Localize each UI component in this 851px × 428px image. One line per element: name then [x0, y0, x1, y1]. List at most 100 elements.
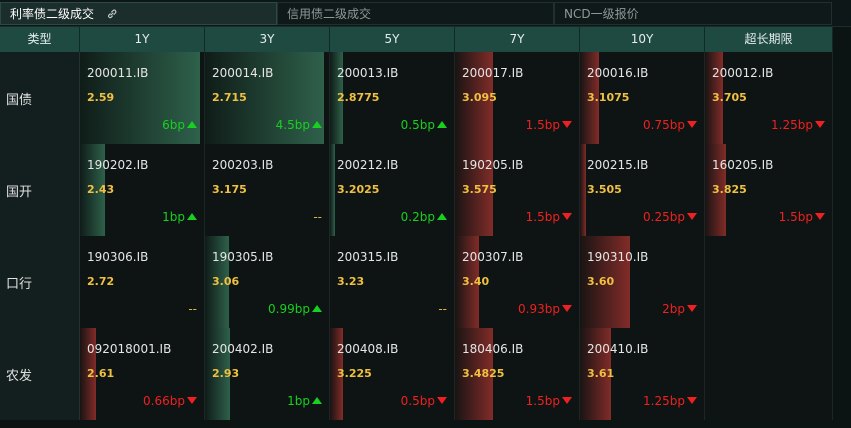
quote-cell[interactable]: 200408.IB 3.225 0.5bp	[330, 328, 455, 420]
quote-cell[interactable]: 200011.IB 2.59 6bp	[80, 52, 205, 144]
column-header-3y[interactable]: 3Y	[205, 27, 330, 52]
column-header-ultra-long[interactable]: 超长期限	[705, 27, 833, 52]
quote-cell[interactable]: 200307.IB 3.40 0.93bp	[455, 236, 580, 328]
scrollbar[interactable]	[833, 27, 851, 428]
quote-cell[interactable]: 200014.IB 2.715 4.5bp	[205, 52, 330, 144]
quote-cell[interactable]: 092018001.IB 2.61 0.66bp	[80, 328, 205, 420]
quote-cell[interactable]: 190306.IB 2.72 --	[80, 236, 205, 328]
bond-code: 190205.IB	[462, 158, 524, 172]
change-text: 1.5bp	[525, 394, 560, 408]
yield-change: 6bp	[162, 118, 197, 132]
yield-value: 3.06	[212, 275, 240, 288]
yield-change: 0.75bp	[643, 118, 697, 132]
row-label: 国债	[0, 52, 80, 144]
quote-cell[interactable]: 200017.IB 3.095 1.5bp	[455, 52, 580, 144]
arrow-down-icon	[687, 213, 697, 220]
bond-code: 200307.IB	[462, 250, 524, 264]
quote-cell[interactable]: 200215.IB 3.505 0.25bp	[580, 144, 705, 236]
quote-cell[interactable]: 190205.IB 3.575 1.5bp	[455, 144, 580, 236]
column-header-5y[interactable]: 5Y	[330, 27, 455, 52]
quote-cell[interactable]: 200315.IB 3.23 --	[330, 236, 455, 328]
yield-value: 2.8775	[337, 91, 380, 104]
yield-change: 1bp	[287, 394, 322, 408]
yield-value: 3.095	[462, 91, 497, 104]
table-row: 国开 190202.IB 2.43 1bp 200203.IB 3.175 -- 200212…	[0, 144, 833, 236]
yield-value: 3.60	[587, 275, 615, 288]
quote-cell[interactable]: 200012.IB 3.705 1.25bp	[705, 52, 833, 144]
yield-value: 3.705	[712, 91, 747, 104]
tab-credit-bond-trades[interactable]: 信用债二级成交	[277, 2, 554, 25]
quote-cell[interactable]: 180406.IB 3.4825 1.5bp	[455, 328, 580, 420]
change-text: 2bp	[662, 302, 685, 316]
quote-cell[interactable]: 200016.IB 3.1075 0.75bp	[580, 52, 705, 144]
quote-cell[interactable]: 160205.IB 3.825 1.5bp	[705, 144, 833, 236]
quote-cell[interactable]: 200013.IB 2.8775 0.5bp	[330, 52, 455, 144]
bond-code: 200212.IB	[337, 158, 399, 172]
bond-code: 200408.IB	[337, 342, 399, 356]
column-header-1y[interactable]: 1Y	[80, 27, 205, 52]
quote-cell[interactable]: 200410.IB 3.61 1.25bp	[580, 328, 705, 420]
quote-cell[interactable]: 200402.IB 2.93 1bp	[205, 328, 330, 420]
table-row: 口行 190306.IB 2.72 -- 190305.IB 3.06 0.99bp 2003…	[0, 236, 833, 328]
yield-value: 3.23	[337, 275, 365, 288]
quote-cell[interactable]: 190310.IB 3.60 2bp	[580, 236, 705, 328]
arrow-up-icon	[312, 305, 322, 312]
yield-value: 3.4825	[462, 367, 505, 380]
change-text: 1.25bp	[771, 118, 813, 132]
table-row: 农发 092018001.IB 2.61 0.66bp 200402.IB 2.93 1bp…	[0, 328, 833, 420]
row-label: 农发	[0, 328, 80, 420]
column-header-7y[interactable]: 7Y	[455, 27, 580, 52]
arrow-up-icon	[312, 121, 322, 128]
arrow-down-icon	[687, 305, 697, 312]
column-header-10y[interactable]: 10Y	[580, 27, 705, 52]
yield-value: 2.93	[212, 367, 240, 380]
change-heat-bar	[580, 144, 586, 236]
yield-change: --	[313, 210, 322, 224]
change-text: 0.99bp	[268, 302, 310, 316]
bond-code: 190202.IB	[87, 158, 149, 172]
table-row: 国债 200011.IB 2.59 6bp 200014.IB 2.715 4.5bp 200…	[0, 52, 833, 144]
tab-label: 信用债二级成交	[287, 7, 372, 21]
yield-change: 1.5bp	[526, 394, 572, 408]
quote-cell[interactable]	[705, 236, 833, 328]
yield-change: 0.99bp	[268, 302, 322, 316]
change-text: --	[438, 302, 447, 316]
tab-rate-bond-trades[interactable]: 利率债二级成交	[0, 2, 277, 25]
yield-change: --	[188, 302, 197, 316]
quote-cell[interactable]: 190202.IB 2.43 1bp	[80, 144, 205, 236]
bond-code: 190310.IB	[587, 250, 649, 264]
yield-value: 3.575	[462, 183, 497, 196]
tab-ncd-quotes[interactable]: NCD一级报价	[554, 2, 832, 25]
arrow-down-icon	[687, 397, 697, 404]
change-text: 1.5bp	[525, 210, 560, 224]
arrow-down-icon	[187, 397, 197, 404]
column-header-type[interactable]: 类型	[0, 27, 80, 52]
bond-code: 200014.IB	[212, 66, 274, 80]
change-text: 0.5bp	[400, 118, 435, 132]
yield-change: 0.25bp	[643, 210, 697, 224]
arrow-up-icon	[437, 213, 447, 220]
yield-value: 2.61	[87, 367, 115, 380]
change-text: 1.5bp	[778, 210, 813, 224]
row-label: 口行	[0, 236, 80, 328]
quote-cell[interactable]	[705, 328, 833, 420]
quote-cell[interactable]: 200212.IB 3.2025 0.2bp	[330, 144, 455, 236]
arrow-up-icon	[312, 397, 322, 404]
yield-change: 0.5bp	[401, 394, 447, 408]
bond-code: 200215.IB	[587, 158, 649, 172]
change-text: --	[188, 302, 197, 316]
yield-value: 2.72	[87, 275, 115, 288]
quote-cell[interactable]: 190305.IB 3.06 0.99bp	[205, 236, 330, 328]
yield-change: 0.93bp	[518, 302, 572, 316]
link-icon[interactable]	[106, 8, 118, 20]
yield-value: 3.1075	[587, 91, 630, 104]
bond-code: 200013.IB	[337, 66, 399, 80]
tab-bar: 利率债二级成交 信用债二级成交 NCD一级报价	[0, 0, 851, 27]
bond-code: 200410.IB	[587, 342, 649, 356]
change-text: 0.2bp	[400, 210, 435, 224]
arrow-down-icon	[562, 121, 572, 128]
change-text: 0.93bp	[518, 302, 560, 316]
quote-cell[interactable]: 200203.IB 3.175 --	[205, 144, 330, 236]
yield-value: 3.61	[587, 367, 615, 380]
yield-change: 1.5bp	[779, 210, 825, 224]
